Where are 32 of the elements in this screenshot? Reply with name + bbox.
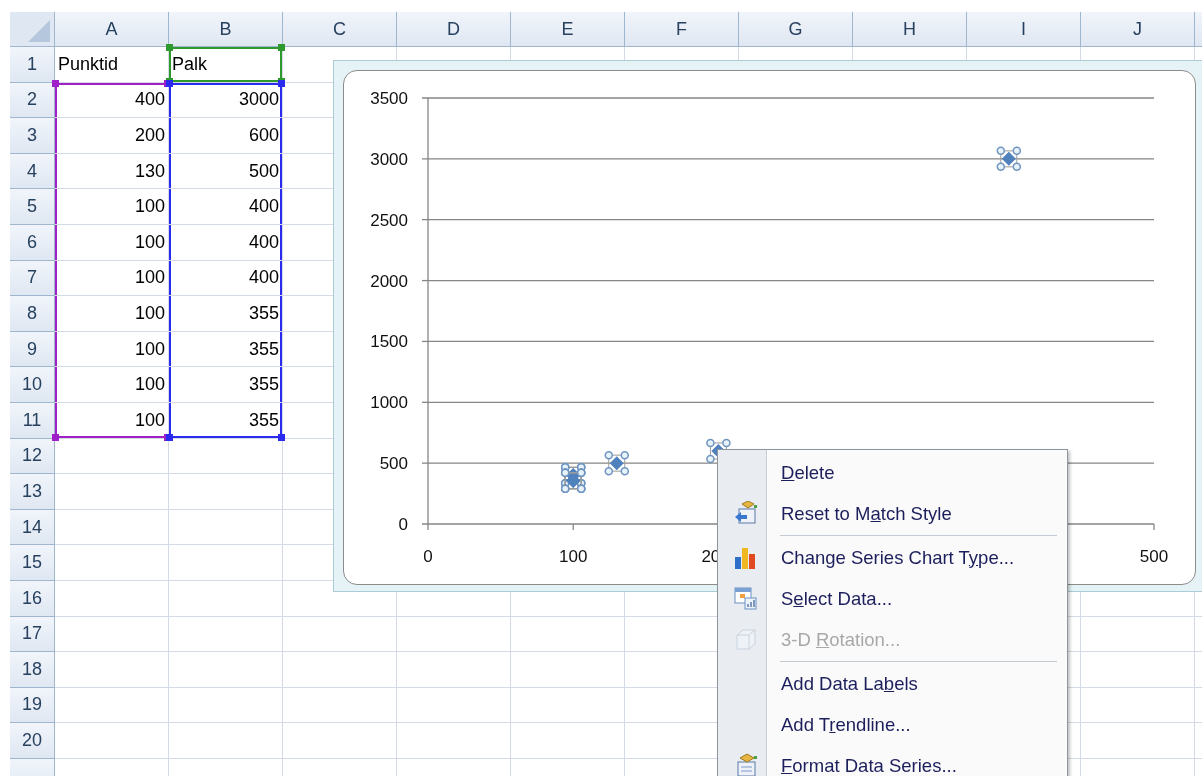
axis-label: 500 <box>379 454 408 474</box>
table-cell: 355 <box>169 402 283 439</box>
table-cell: 100 <box>55 402 169 439</box>
axis-label: 2000 <box>370 271 408 291</box>
axis-label: 1000 <box>370 393 408 413</box>
table-cell: 3000 <box>169 82 283 119</box>
table-cell: 100 <box>55 189 169 225</box>
axis-label: 100 <box>559 547 588 566</box>
axis-label: 3000 <box>370 149 408 169</box>
table-cell: 355 <box>169 331 283 368</box>
table-cell: 100 <box>55 260 169 297</box>
axis-label: 1500 <box>370 332 408 352</box>
axis-label: 0 <box>423 547 433 566</box>
table-cell: 130 <box>55 153 169 190</box>
axis-label: 2500 <box>370 210 408 230</box>
table-cell: 400 <box>169 260 283 297</box>
table-cell: 500 <box>169 153 283 190</box>
axis-label: 3500 <box>370 89 408 108</box>
table-cell: 200 <box>55 118 169 154</box>
table-cell: Palk <box>169 47 283 83</box>
table-cell: 355 <box>169 296 283 332</box>
axis-label: 0 <box>398 515 408 534</box>
table-cell: 355 <box>169 367 283 403</box>
table-cell: 100 <box>55 331 169 368</box>
table-cell: 100 <box>55 296 169 332</box>
table-cell: 600 <box>169 118 283 154</box>
table-cell: 400 <box>55 82 169 119</box>
table-cell: 100 <box>55 367 169 403</box>
table-cell: 400 <box>169 224 283 261</box>
table-cell: 400 <box>169 189 283 225</box>
axis-label: 500 <box>1139 547 1169 566</box>
table-cell: 100 <box>55 224 169 261</box>
